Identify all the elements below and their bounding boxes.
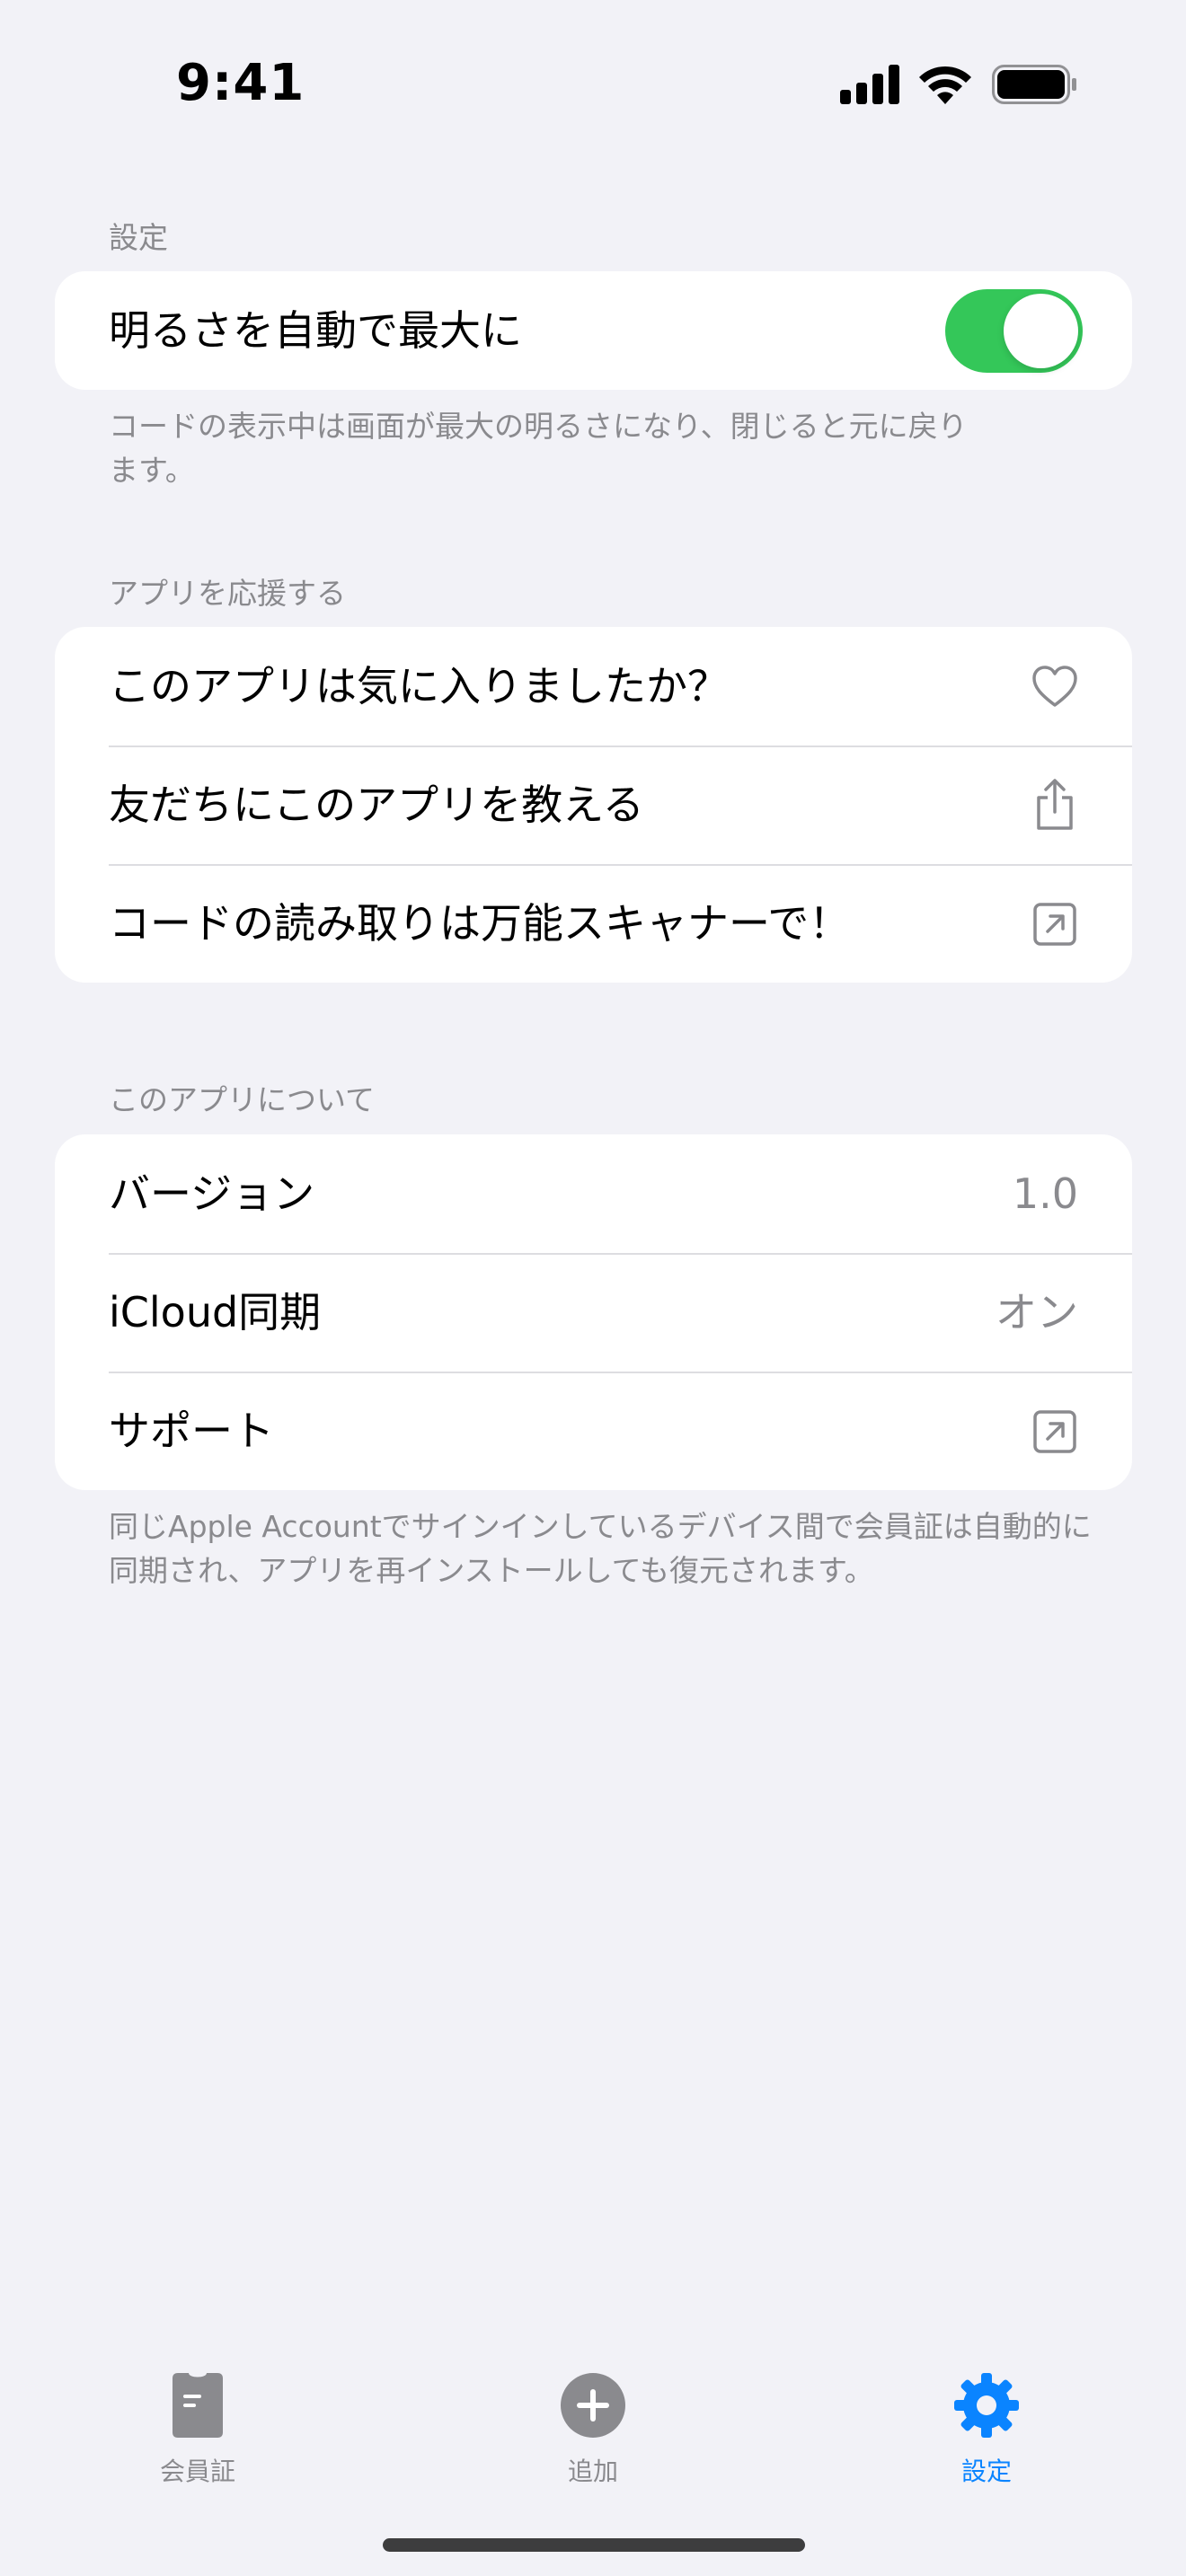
share-icon xyxy=(1031,778,1078,832)
tab-add-label: 追加 xyxy=(567,2457,618,2486)
support-label: サポート xyxy=(109,1407,274,1455)
about-section-footer: 同じApple Accountでサインインしているデバイス間で会員証は自動的に同… xyxy=(109,1509,1092,1588)
home-indicator[interactable] xyxy=(383,2538,805,2552)
tab-membership-cards-label: 会員証 xyxy=(159,2457,235,2486)
support-row[interactable]: サポート xyxy=(55,1372,1132,1490)
status-time: 9:41 xyxy=(176,54,305,112)
version-label: バージョン xyxy=(109,1169,315,1218)
battery-icon xyxy=(992,65,1078,108)
icloud-sync-value: オン xyxy=(996,1288,1078,1337)
rate-app-row[interactable]: このアプリは気に入りましたか？ xyxy=(55,627,1132,745)
auto-brightness-toggle[interactable] xyxy=(945,289,1083,373)
rate-app-label: このアプリは気に入りましたか？ xyxy=(109,662,729,710)
external-link-icon xyxy=(1031,1408,1078,1455)
status-bar: 9:41 xyxy=(0,0,1186,171)
settings-screen: 9:41 設定 明るさを自動で最大に コードの表示中は画面が最大の明るさになり、… xyxy=(0,0,1186,2576)
about-section-header: このアプリについて xyxy=(109,1082,376,1117)
version-value: 1.0 xyxy=(1012,1169,1078,1218)
version-row: バージョン 1.0 xyxy=(55,1134,1132,1253)
share-app-row[interactable]: 友だちにこのアプリを教える xyxy=(55,745,1132,864)
wifi-icon xyxy=(917,63,973,108)
settings-section-footer: コードの表示中は画面が最大の明るさになり、閉じると元に戻ります。 xyxy=(109,409,968,488)
icloud-sync-row: iCloud同期 オン xyxy=(55,1253,1132,1372)
settings-section-header: 設定 xyxy=(109,220,168,255)
auto-brightness-row: 明るさを自動で最大に xyxy=(55,271,1132,390)
scanner-app-row[interactable]: コードの読み取りは万能スキャナーで！ xyxy=(55,864,1132,983)
settings-group: 明るさを自動で最大に xyxy=(55,271,1132,390)
toggle-knob xyxy=(1004,294,1078,368)
card-icon xyxy=(99,2371,296,2439)
cellular-signal-icon xyxy=(840,65,901,108)
scanner-app-label: コードの読み取りは万能スキャナーで！ xyxy=(109,899,851,948)
external-link-icon xyxy=(1031,901,1078,948)
heart-icon xyxy=(1031,664,1078,710)
tab-settings[interactable]: 設定 xyxy=(888,2371,1085,2488)
about-group: バージョン 1.0 iCloud同期 オン サポート xyxy=(55,1134,1132,1490)
tab-membership-cards[interactable]: 会員証 xyxy=(99,2371,296,2488)
plus-circle-icon xyxy=(494,2371,692,2439)
support-section-header: アプリを応援する xyxy=(109,576,346,611)
support-group: このアプリは気に入りましたか？ 友だちにこのアプリを教える コードの読み取りは万… xyxy=(55,627,1132,983)
auto-brightness-label: 明るさを自動で最大に xyxy=(109,306,522,355)
tab-add[interactable]: 追加 xyxy=(494,2371,692,2488)
icloud-sync-label: iCloud同期 xyxy=(109,1288,322,1337)
share-app-label: 友だちにこのアプリを教える xyxy=(109,781,644,829)
gear-icon xyxy=(888,2371,1085,2439)
tab-settings-label: 設定 xyxy=(960,2457,1012,2486)
